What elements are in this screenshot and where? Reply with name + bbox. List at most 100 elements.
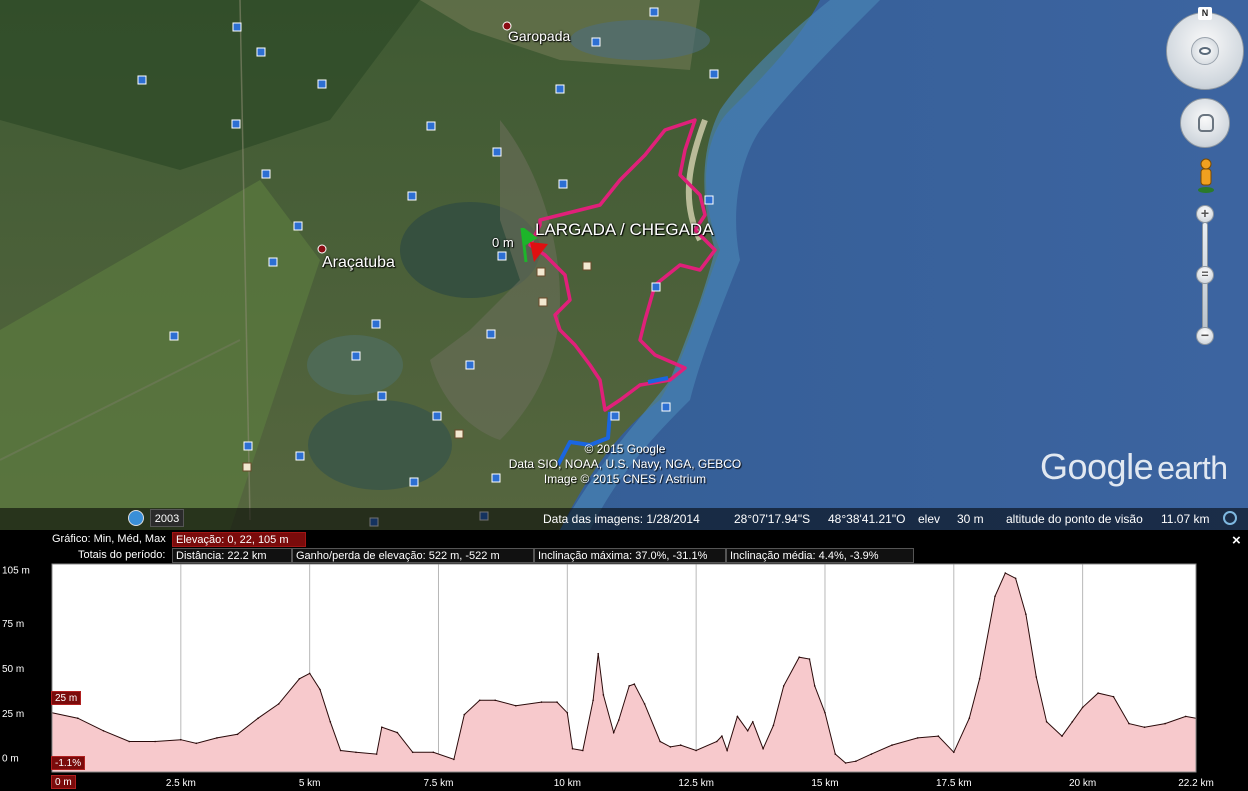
- elevation-point: [808, 658, 811, 660]
- elevation-point: [515, 704, 517, 707]
- elevation-point: [195, 742, 198, 745]
- zoom-in-button[interactable]: +: [1196, 205, 1214, 223]
- elevation-point: [1014, 577, 1017, 580]
- elevation-point: [762, 747, 764, 750]
- town-label-aracatuba: Araçatuba: [322, 254, 395, 271]
- elevation-point: [772, 724, 775, 727]
- elevation-point: [102, 730, 105, 732]
- google-earth-logo: Google earth: [1040, 446, 1228, 488]
- elevation-point: [463, 713, 466, 716]
- status-bar: Data das imagens: 1/28/2014 28°07'17.94"…: [0, 508, 1248, 530]
- imagery-date: Data das imagens: 1/28/2014: [543, 512, 700, 526]
- elevation-point: [355, 751, 357, 754]
- north-indicator[interactable]: N: [1198, 7, 1212, 20]
- graph-row: Gráfico: Min, Méd, Max: [52, 533, 166, 545]
- elevation-point: [592, 699, 594, 702]
- elevation-point: [716, 740, 718, 743]
- elevation-point: [432, 751, 435, 754]
- elevation-point: [1004, 572, 1007, 574]
- look-around-control[interactable]: [1166, 12, 1244, 90]
- elevation-point: [128, 740, 131, 743]
- elevation-point: [556, 701, 558, 703]
- elevation-point: [339, 749, 342, 752]
- elevation-point: [453, 758, 455, 761]
- zoom-out-button[interactable]: −: [1196, 327, 1214, 345]
- elevation-point: [1184, 715, 1187, 718]
- attribution-line: Data SIO, NOAA, U.S. Navy, NGA, GEBCO: [508, 457, 742, 471]
- elevation-point: [813, 685, 816, 687]
- elevation-point: [633, 683, 636, 685]
- eye-icon[interactable]: [1191, 37, 1219, 65]
- town-label-garopada: Garopada: [508, 28, 571, 44]
- elevation-point: [1035, 676, 1038, 678]
- elevation-point: [494, 699, 497, 702]
- elevation-point: [834, 753, 837, 755]
- historical-imagery-year[interactable]: 2003: [150, 509, 184, 527]
- elevation-point: [540, 701, 543, 703]
- elevation-point: [695, 749, 697, 752]
- y-tick-label: 0 m: [2, 754, 19, 765]
- elevation-point: [582, 749, 584, 752]
- elevation-chart[interactable]: 2.5 km 5 km 7.5 km 10 km 12.5 km 15 km 17.5 km…: [0, 560, 1248, 791]
- map-attribution: © 2015 Google Data SIO, NOAA, U.S. Navy,…: [500, 442, 750, 487]
- elevation-point: [669, 746, 672, 748]
- zoom-slider-handle[interactable]: =: [1196, 266, 1214, 284]
- elevation-point: [746, 730, 749, 732]
- elevation-point: [618, 719, 620, 721]
- elevation-point: [375, 753, 378, 755]
- x-tick-label: 5 km: [299, 778, 321, 789]
- cursor-distance-flag: 0 m: [51, 775, 76, 789]
- elevation-point: [77, 717, 79, 719]
- x-tick-label: 2.5 km: [166, 778, 196, 789]
- elev-value: 30 m: [957, 512, 984, 526]
- streaming-status-icon: [1223, 511, 1237, 525]
- elevation-point: [257, 717, 259, 719]
- elevation-point: [937, 735, 940, 737]
- move-control[interactable]: [1180, 98, 1230, 148]
- elevation-point: [968, 717, 971, 719]
- route-start-label[interactable]: LARGADA / CHEGADA: [535, 220, 714, 240]
- elevation-point: [891, 744, 893, 746]
- elevation-point: [612, 731, 615, 734]
- historical-imagery-clock-icon[interactable]: [128, 510, 144, 526]
- map-view[interactable]: Garopada Araçatuba 0 m LARGADA / CHEGADA…: [0, 0, 1248, 530]
- elevation-point: [216, 737, 218, 739]
- elevation-point: [236, 733, 239, 736]
- elevation-point: [1164, 722, 1166, 725]
- eye-altitude-value: 11.07 km: [1161, 512, 1210, 526]
- elevation-point: [298, 678, 301, 680]
- elevation-point: [916, 737, 919, 739]
- pegman-icon[interactable]: [1196, 158, 1216, 194]
- elevation-point: [628, 685, 630, 687]
- elevation-point: [679, 744, 682, 746]
- elevation-point: [1071, 721, 1074, 723]
- elevation-point: [597, 652, 599, 655]
- cursor-slope-flag: -1.1%: [51, 756, 86, 770]
- x-tick-label: 15 km: [811, 778, 838, 789]
- graph-option[interactable]: Min, Méd, Max: [94, 533, 166, 545]
- attribution-line: © 2015 Google: [584, 442, 666, 456]
- close-profile-button[interactable]: ×: [1232, 532, 1241, 549]
- elevation-selector[interactable]: Elevação: 0, 22, 105 m: [172, 532, 306, 547]
- elevation-point: [824, 712, 826, 714]
- elevation-point: [308, 672, 311, 675]
- elevation-point: [1045, 721, 1048, 723]
- elevation-point: [381, 726, 383, 728]
- elevation-point: [478, 699, 481, 702]
- elevation-point: [154, 740, 156, 743]
- y-tick-label: 25 m: [2, 709, 24, 720]
- y-tick-label: 50 m: [2, 664, 24, 675]
- latitude-readout: 28°07'17.94"S: [734, 512, 811, 526]
- elevation-point: [721, 735, 723, 737]
- route-distance-marker: 0 m: [492, 235, 514, 250]
- elevation-point: [855, 760, 857, 762]
- elevation-point: [1061, 735, 1063, 737]
- x-tick-label: 20 km: [1069, 778, 1096, 789]
- logo-google-text: Google: [1040, 446, 1154, 487]
- longitude-readout: 48°38'41.21"O: [828, 512, 906, 526]
- elevation-point: [1112, 695, 1115, 698]
- attribution-line: Image © 2015 CNES / Astrium: [543, 472, 707, 486]
- x-tick-label: 17.5 km: [936, 778, 972, 789]
- elevation-point: [411, 751, 414, 754]
- elevation-point: [329, 721, 332, 723]
